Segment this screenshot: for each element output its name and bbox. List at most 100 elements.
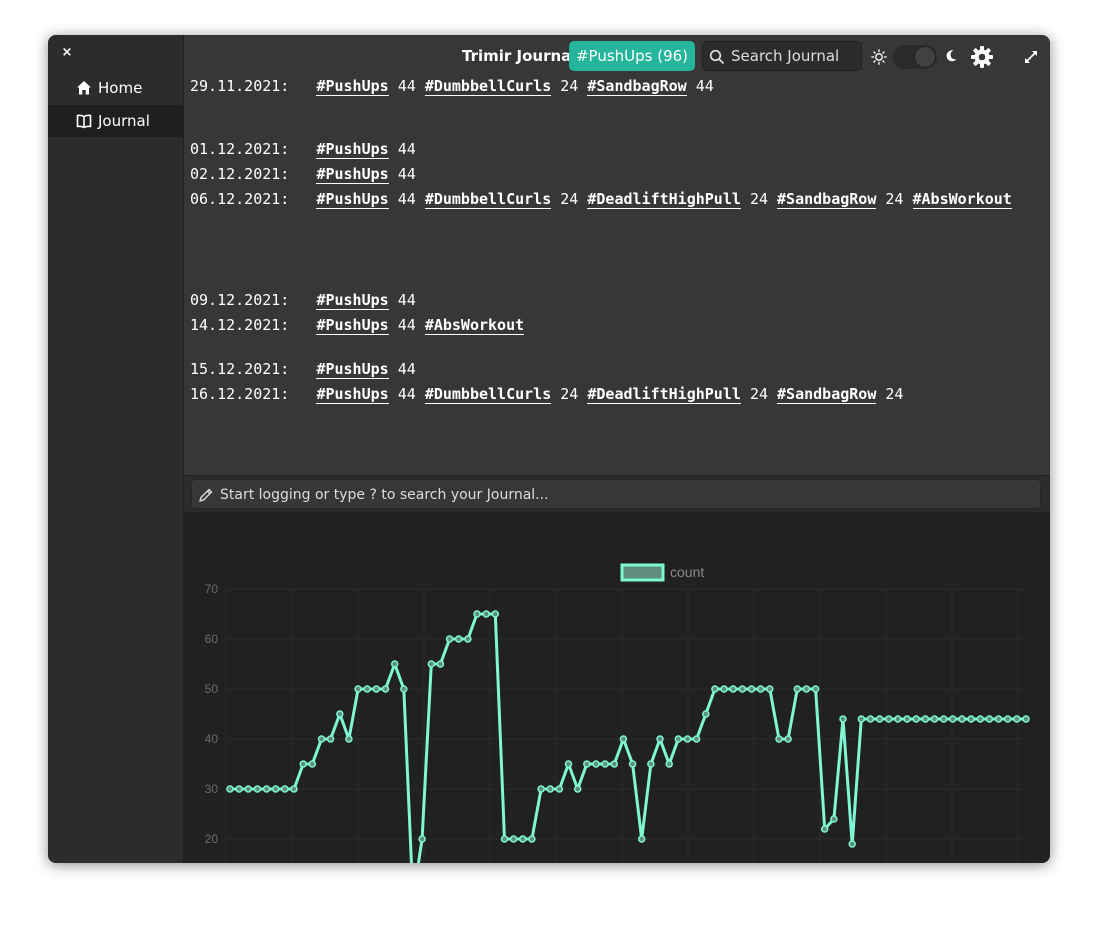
entry-tag[interactable]: #AbsWorkout <box>424 316 525 335</box>
entry-tag[interactable]: #AbsWorkout <box>912 190 1012 209</box>
entry-value: 24 <box>749 190 768 208</box>
entry-tag[interactable]: #PushUps <box>316 316 389 335</box>
data-point <box>1003 715 1012 723</box>
sun-icon <box>871 49 887 70</box>
header-bar: Trimir Journal #PushUps (96) <box>184 35 1050 79</box>
data-point <box>958 715 966 723</box>
entry-tag[interactable]: #PushUps <box>316 165 389 184</box>
entry-tag[interactable]: #SandbagRow <box>587 79 687 96</box>
app-title: Trimir Journal <box>462 47 577 65</box>
journal-entry: 16.12.2021: #PushUps 44 #DumbbellCurls 2… <box>190 384 903 404</box>
count-line-chart: 10203040506070count <box>205 563 1030 863</box>
data-point <box>299 760 307 768</box>
journal-entry: 15.12.2021: #PushUps 44 <box>190 359 416 379</box>
entry-tag[interactable]: #DeadliftHighPull <box>587 190 741 209</box>
entry-value: 44 <box>397 140 416 158</box>
data-point <box>738 685 747 693</box>
data-point <box>473 610 481 618</box>
entry-tag[interactable]: #DumbbellCurls <box>424 190 552 209</box>
data-point <box>381 685 390 693</box>
entry-tag[interactable]: #DumbbellCurls <box>424 385 552 404</box>
entry-tag[interactable]: #SandbagRow <box>777 190 877 209</box>
sidebar-item-journal[interactable]: Journal <box>48 105 183 137</box>
app-window: × Home Journal Trimir Journal #PushUps (… <box>48 35 1050 863</box>
entry-date: 02.12.2021: <box>190 165 290 183</box>
search-input[interactable] <box>731 46 857 66</box>
entry-date: 29.11.2021: <box>190 79 290 95</box>
entry-value: 44 <box>397 79 416 95</box>
entry-tag[interactable]: #PushUps <box>316 79 389 96</box>
close-button[interactable]: × <box>58 44 76 62</box>
data-point <box>262 785 271 793</box>
data-point <box>519 835 527 843</box>
gear-icon[interactable] <box>970 45 994 74</box>
data-point <box>290 785 298 793</box>
search-box[interactable] <box>702 41 862 71</box>
entry-date: 09.12.2021: <box>190 291 290 309</box>
data-point <box>637 835 646 843</box>
y-tick-label: 40 <box>205 732 219 746</box>
sidebar-item-label: Journal <box>98 112 150 130</box>
data-point <box>317 735 326 743</box>
entry-tag[interactable]: #PushUps <box>316 385 389 404</box>
data-point <box>921 715 930 723</box>
data-point <box>885 715 893 723</box>
data-point <box>244 785 253 793</box>
data-point <box>866 715 875 723</box>
entry-date: 14.12.2021: <box>190 316 290 334</box>
fullscreen-icon[interactable] <box>1024 50 1038 69</box>
data-point <box>729 685 737 693</box>
active-tag-filter[interactable]: #PushUps (96) <box>569 41 695 71</box>
data-point <box>537 785 545 793</box>
data-point <box>500 835 509 843</box>
chart-panel: 10203040506070count <box>184 512 1050 863</box>
sidebar-item-label: Home <box>98 79 143 97</box>
data-point <box>903 715 911 723</box>
data-point <box>573 785 582 793</box>
y-tick-label: 50 <box>205 682 219 696</box>
data-point <box>1022 715 1030 723</box>
entry-tag[interactable]: #PushUps <box>316 360 389 379</box>
data-point <box>647 760 655 768</box>
data-point <box>336 710 344 718</box>
data-point <box>400 685 408 693</box>
entry-tag[interactable]: #SandbagRow <box>777 385 877 404</box>
sidebar-item-home[interactable]: Home <box>48 72 183 104</box>
entry-value: 44 <box>695 79 714 95</box>
data-point <box>830 815 838 823</box>
data-point <box>793 685 802 693</box>
entry-tag[interactable]: #PushUps <box>316 190 389 209</box>
home-icon <box>75 79 93 97</box>
sidebar: × Home Journal <box>48 35 184 863</box>
theme-toggle[interactable] <box>893 45 937 69</box>
entry-value: 24 <box>560 190 579 208</box>
journal-entry: 01.12.2021: #PushUps 44 <box>190 139 416 159</box>
moon-icon <box>944 49 958 68</box>
data-point <box>930 715 939 723</box>
data-point <box>555 785 564 793</box>
book-icon <box>75 112 93 130</box>
log-input[interactable] <box>220 485 1020 505</box>
data-point <box>820 825 829 833</box>
entry-tag[interactable]: #DeadliftHighPull <box>587 385 741 404</box>
entry-tag[interactable]: #PushUps <box>316 291 389 310</box>
data-point <box>564 760 573 768</box>
data-point <box>912 715 920 723</box>
entry-tag[interactable]: #PushUps <box>316 140 389 159</box>
entry-value: 24 <box>885 385 904 403</box>
entry-value: 44 <box>397 316 416 334</box>
data-point <box>372 685 381 693</box>
y-tick-label: 20 <box>205 832 219 846</box>
data-point <box>592 760 600 768</box>
data-point <box>665 760 673 768</box>
entry-value: 44 <box>397 291 416 309</box>
entry-value: 24 <box>560 385 579 403</box>
data-point <box>610 760 619 768</box>
data-point <box>601 760 609 768</box>
entry-value: 44 <box>397 165 416 183</box>
entry-tag[interactable]: #DumbbellCurls <box>424 79 552 96</box>
log-input-box[interactable] <box>191 479 1041 509</box>
data-point <box>418 835 426 843</box>
data-point <box>583 760 591 768</box>
data-point <box>976 715 985 723</box>
